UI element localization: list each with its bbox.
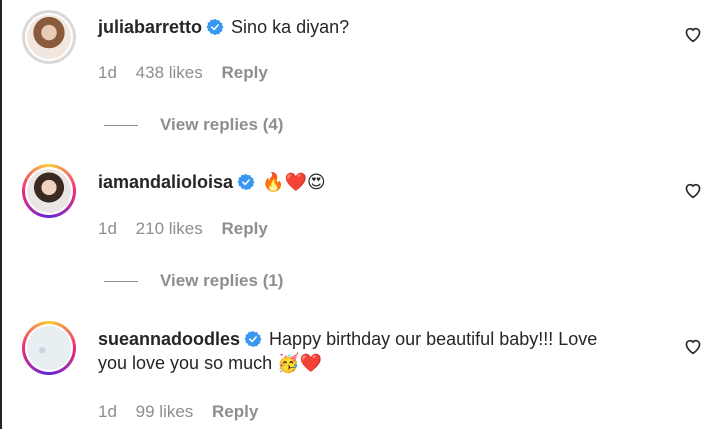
- heart-outline-icon[interactable]: [683, 181, 703, 199]
- view-replies-label: View replies (1): [160, 271, 284, 290]
- heart-outline-icon[interactable]: [683, 25, 703, 43]
- verified-badge-icon: [244, 330, 262, 348]
- reply-button[interactable]: Reply: [222, 219, 268, 238]
- likes-count[interactable]: 438 likes: [136, 63, 203, 82]
- replies-divider: [104, 125, 138, 127]
- avatar[interactable]: [22, 10, 76, 64]
- comment-text-line: you love you so much 🥳❤️: [98, 351, 658, 375]
- view-replies-label: View replies (4): [160, 115, 284, 134]
- comment-text: Sino ka diyan?: [231, 17, 350, 37]
- comment-meta: 1d 438 likes Reply: [98, 63, 658, 83]
- username-link[interactable]: iamandalioloisa: [98, 172, 233, 192]
- avatar[interactable]: [22, 164, 76, 218]
- comment-meta: 1d 210 likes Reply: [98, 219, 658, 239]
- timestamp[interactable]: 1d: [98, 219, 117, 238]
- avatar[interactable]: [22, 321, 76, 375]
- comment-text-line: juliabarretto Sino ka diyan?: [98, 15, 658, 39]
- username-link[interactable]: juliabarretto: [98, 17, 202, 37]
- reply-button[interactable]: Reply: [222, 63, 268, 82]
- comment-text-line: iamandalioloisa 🔥❤️😍: [98, 170, 658, 195]
- heart-outline-icon[interactable]: [683, 337, 703, 355]
- timestamp[interactable]: 1d: [98, 402, 117, 421]
- verified-badge-icon: [237, 173, 255, 191]
- likes-count[interactable]: 99 likes: [136, 402, 194, 421]
- timestamp[interactable]: 1d: [98, 63, 117, 82]
- username-link[interactable]: sueannadoodles: [98, 329, 240, 349]
- comment-text: you love you so much 🥳❤️: [98, 353, 322, 373]
- view-replies-button[interactable]: View replies (4): [104, 115, 283, 135]
- likes-count[interactable]: 210 likes: [136, 219, 203, 238]
- comment-text: 🔥❤️😍: [262, 172, 326, 193]
- view-replies-button[interactable]: View replies (1): [104, 271, 283, 291]
- left-border: [0, 0, 2, 429]
- comment-text: Happy birthday our beautiful baby!!! Lov…: [269, 329, 598, 349]
- replies-divider: [104, 281, 138, 283]
- comment-text-line: sueannadoodles Happy birthday our beauti…: [98, 327, 658, 351]
- reply-button[interactable]: Reply: [212, 402, 258, 421]
- verified-badge-icon: [206, 18, 224, 36]
- comment-meta: 1d 99 likes Reply: [98, 402, 658, 422]
